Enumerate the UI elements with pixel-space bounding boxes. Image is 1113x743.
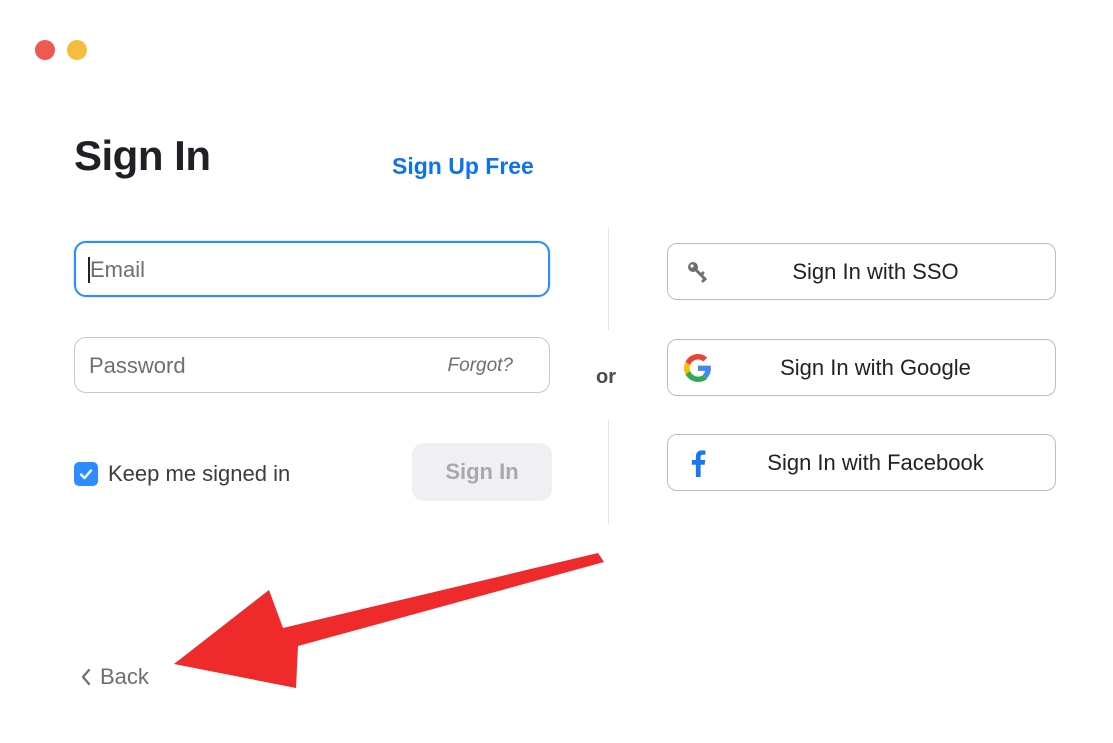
sign-in-button[interactable]: Sign In xyxy=(412,443,552,501)
divider-line xyxy=(608,227,609,330)
key-icon xyxy=(683,257,713,287)
divider-line xyxy=(608,420,609,524)
facebook-icon xyxy=(683,448,713,478)
sign-in-with-google-button[interactable]: Sign In with Google xyxy=(667,339,1056,396)
page-title: Sign In xyxy=(74,132,211,179)
google-icon xyxy=(683,353,713,383)
sign-in-with-facebook-button[interactable]: Sign In with Facebook xyxy=(667,434,1056,491)
google-label: Sign In with Google xyxy=(780,354,971,380)
password-input[interactable] xyxy=(87,338,421,394)
chevron-left-icon xyxy=(81,668,91,686)
back-button[interactable]: Back xyxy=(80,664,149,690)
email-input[interactable] xyxy=(88,243,422,297)
keep-signed-in-label: Keep me signed in xyxy=(108,461,291,486)
forgot-password-link[interactable]: Forgot? xyxy=(448,355,513,377)
back-label: Back xyxy=(100,664,149,689)
sign-up-free-link[interactable]: Sign Up Free xyxy=(392,153,534,180)
close-window-button[interactable] xyxy=(35,40,55,60)
password-field[interactable]: Forgot? xyxy=(74,337,550,394)
sso-label: Sign In with SSO xyxy=(792,258,959,284)
keep-signed-in-checkbox[interactable]: Keep me signed in xyxy=(74,461,290,487)
checkbox-checked-icon[interactable] xyxy=(74,462,98,486)
email-field[interactable] xyxy=(74,241,550,297)
facebook-label: Sign In with Facebook xyxy=(767,449,984,475)
sign-in-window: Sign In Sign Up Free Forgot? Keep me sig… xyxy=(0,0,1113,743)
minimize-window-button[interactable] xyxy=(67,40,87,60)
sign-in-with-sso-button[interactable]: Sign In with SSO xyxy=(667,243,1056,300)
or-separator: or xyxy=(596,366,616,388)
window-controls xyxy=(35,40,87,60)
